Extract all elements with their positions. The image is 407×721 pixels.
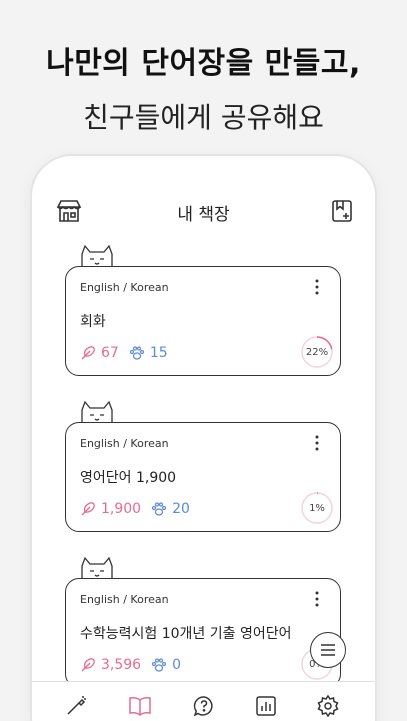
question-chat-icon	[193, 696, 213, 717]
book-stats: 3,596 0	[80, 657, 191, 673]
more-options-icon[interactable]	[310, 277, 324, 297]
book-language: English / Korean	[80, 437, 169, 450]
paw-icon	[129, 346, 144, 360]
book-card[interactable]: English / Korean 회화 67 15 22%	[65, 266, 341, 376]
like-count-value: 0	[172, 657, 182, 673]
word-count: 3,596	[80, 657, 141, 673]
word-count: 67	[80, 345, 119, 361]
nav-tab-wand[interactable]	[64, 694, 88, 718]
chart-icon	[256, 696, 276, 716]
book-language: English / Korean	[80, 281, 169, 294]
more-options-icon[interactable]	[310, 433, 324, 453]
phone-frame: 내 책장 English / Korean 회화 67 15 22% Engli…	[32, 156, 375, 721]
like-count-value: 15	[149, 345, 168, 361]
feather-icon	[81, 502, 95, 516]
book-card[interactable]: English / Korean 수학능력시험 10개년 기출 영어단어 3,5…	[65, 578, 341, 688]
headline-line-1: 나만의 단어장을 만들고,	[46, 46, 361, 81]
headline: 나만의 단어장을 만들고, 친구들에게 공유해요	[0, 38, 407, 136]
more-options-icon[interactable]	[310, 589, 324, 609]
word-count-value: 67	[101, 345, 119, 361]
page-title: 내 책장	[177, 205, 230, 225]
wand-icon	[67, 696, 86, 715]
add-book-button[interactable]	[327, 196, 357, 226]
like-count: 15	[129, 345, 168, 361]
feather-icon	[81, 658, 95, 672]
book-name: 회화	[80, 314, 106, 330]
word-count: 1,900	[80, 501, 141, 517]
progress-percent: 1%	[309, 502, 325, 514]
book-language: English / Korean	[80, 593, 169, 606]
paw-icon	[151, 502, 167, 516]
add-book-icon	[332, 200, 352, 222]
nav-tab-stats[interactable]	[254, 694, 278, 718]
like-count: 20	[151, 501, 190, 517]
progress-ring: 1%	[300, 491, 334, 525]
book-stats: 1,900 20	[80, 501, 200, 517]
book-stats: 67 15	[80, 345, 178, 361]
word-count-value: 1,900	[101, 501, 142, 517]
paw-icon	[151, 658, 167, 672]
top-bar: 내 책장	[32, 196, 375, 228]
book-icon	[129, 697, 151, 716]
gear-icon	[317, 694, 339, 718]
book-name: 영어단어 1,900	[80, 470, 177, 486]
menu-fab-button[interactable]	[310, 632, 346, 668]
like-count-value: 20	[172, 501, 190, 517]
nav-tab-settings[interactable]	[316, 694, 340, 718]
progress-percent: 22%	[305, 346, 329, 358]
book-name: 수학능력시험 10개년 기출 영어단어	[80, 626, 292, 642]
book-card[interactable]: English / Korean 영어단어 1,900 1,900 20 1%	[65, 422, 341, 532]
feather-icon	[81, 346, 95, 360]
progress-ring: 22%	[300, 335, 334, 369]
nav-tab-question[interactable]	[192, 694, 216, 718]
headline-line-2: 친구들에게 공유해요	[83, 101, 324, 134]
bottom-nav	[32, 681, 375, 721]
menu-icon	[321, 644, 335, 656]
word-count-value: 3,596	[101, 657, 142, 673]
nav-tab-book[interactable]	[128, 694, 152, 718]
like-count: 0	[151, 657, 181, 673]
